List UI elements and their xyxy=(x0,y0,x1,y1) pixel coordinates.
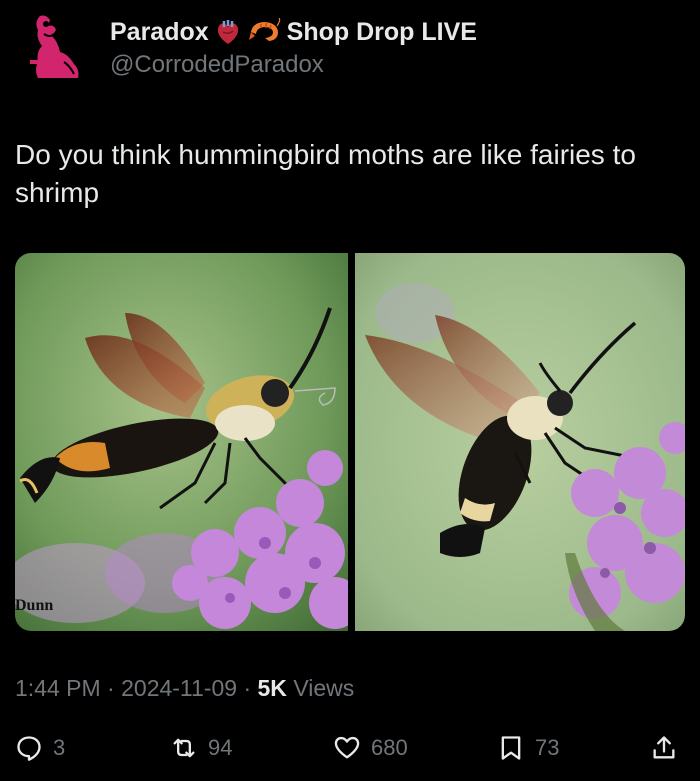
tweet-date[interactable]: 2024-11-09 xyxy=(121,675,237,701)
photo-left[interactable]: Dunn xyxy=(15,253,348,631)
repost-button[interactable]: 94 xyxy=(170,725,232,771)
like-button[interactable]: 680 xyxy=(333,725,408,771)
bookmark-button[interactable]: 73 xyxy=(497,725,559,771)
bookmark-count: 73 xyxy=(535,735,560,760)
tweet-time[interactable]: 1:44 PM xyxy=(15,675,101,701)
shrimp-icon xyxy=(248,18,280,41)
tweet-meta: 1:44 PM · 2024-11-09 · 5K Views xyxy=(15,672,354,704)
media-grid: Dunn xyxy=(15,253,685,631)
meta-separator: · xyxy=(107,675,115,701)
moth-photo-right xyxy=(355,253,685,631)
reply-button[interactable]: 3 xyxy=(15,725,65,771)
photo-credit: Dunn xyxy=(15,597,54,614)
tweet-text: Do you think hummingbird moths are like … xyxy=(15,139,636,208)
share-icon xyxy=(653,736,675,759)
anatomical-heart-icon xyxy=(217,20,238,44)
author-handle[interactable]: @CorrodedParadox xyxy=(110,50,477,80)
share-button[interactable] xyxy=(650,725,678,771)
moth-photo-left xyxy=(15,253,348,631)
views-label: Views xyxy=(293,675,355,701)
like-count: 680 xyxy=(371,735,408,760)
display-name-suffix: Shop Drop LIVE xyxy=(286,18,477,46)
reply-count: 3 xyxy=(53,735,66,760)
avatar[interactable] xyxy=(30,12,90,82)
tweet-header: Paradox Shop Drop LIVE @CorrodedParadox xyxy=(0,0,700,100)
reply-icon xyxy=(17,736,41,761)
bookmark-icon xyxy=(501,736,521,760)
heart-icon xyxy=(334,736,360,759)
repost-count: 94 xyxy=(208,735,233,760)
photo-right[interactable] xyxy=(355,253,685,631)
display-name[interactable]: Paradox Shop Drop LIVE xyxy=(110,16,477,48)
views-count: 5K xyxy=(257,675,287,701)
meta-separator-2: · xyxy=(243,675,252,701)
repost-icon xyxy=(173,738,195,758)
display-name-text: Paradox xyxy=(110,18,209,46)
action-bar: 3 94 680 73 xyxy=(0,725,700,771)
author-names: Paradox Shop Drop LIVE @CorrodedParadox xyxy=(110,16,477,80)
avatar-image xyxy=(30,12,90,82)
